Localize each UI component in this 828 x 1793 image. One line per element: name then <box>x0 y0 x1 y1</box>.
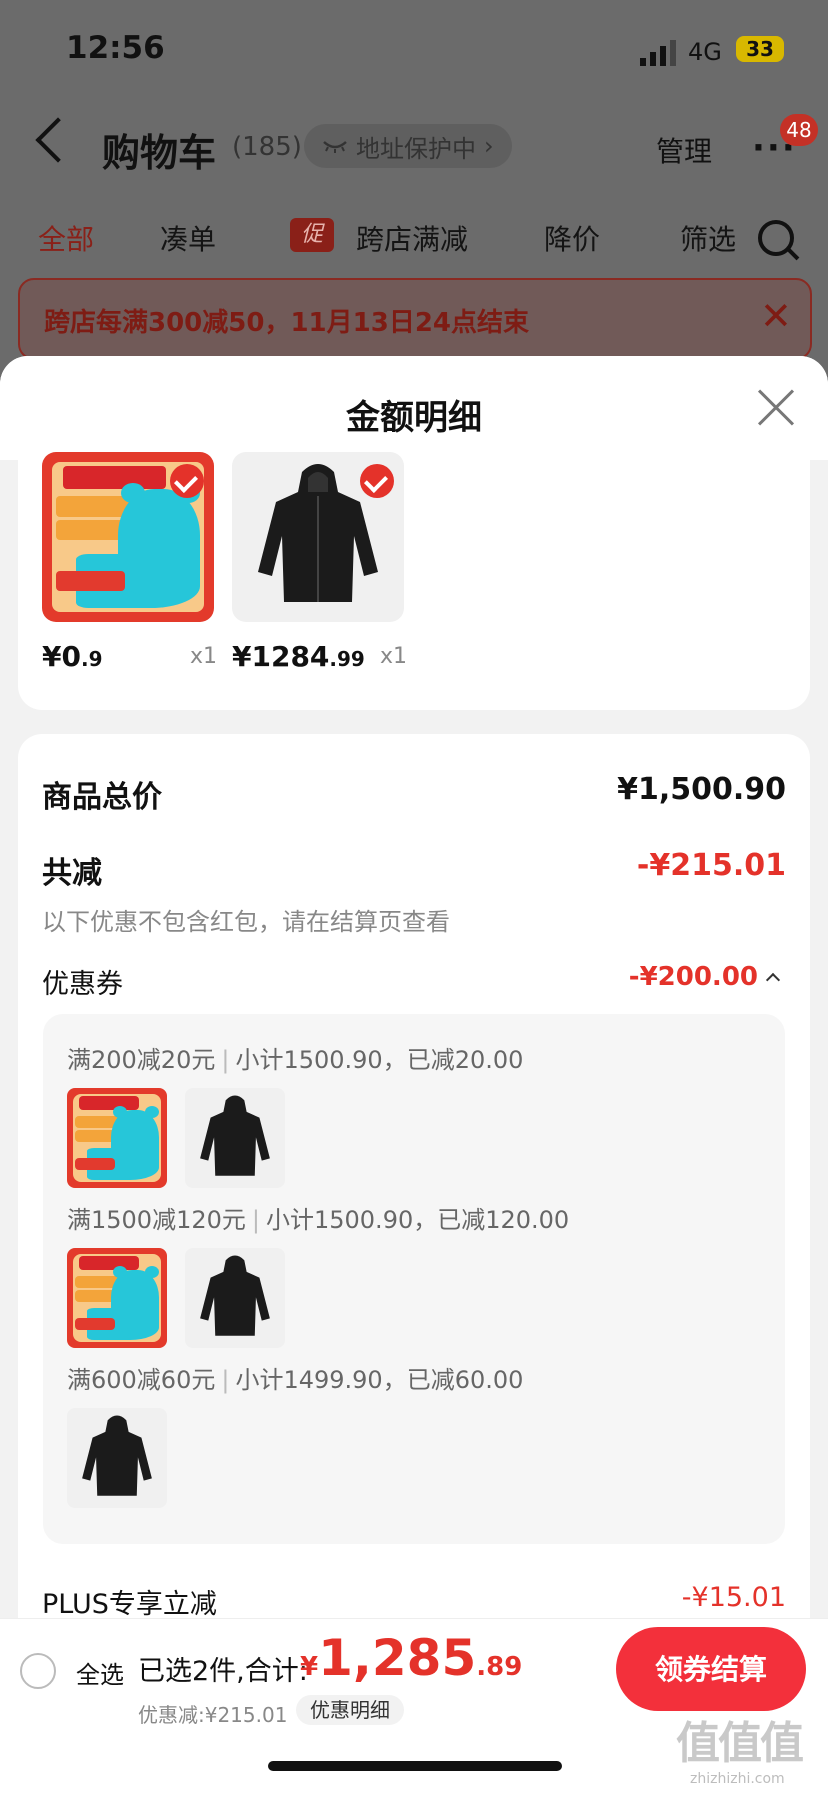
sheet-title: 金额明细 <box>346 398 482 438</box>
promo-banner-text: 跨店每满300减50，11月13日24点结束 <box>44 308 529 338</box>
battery-level: 33 <box>746 37 774 61</box>
coupon-rule-line: 满600减60元 | 小计1499.90，已减60.00 <box>67 1366 524 1394</box>
search-icon-handle <box>786 247 800 261</box>
watermark: 值值值 <box>676 1718 804 1769</box>
filter-tabs: 全部 凑单 促 跨店满减 降价 筛选 <box>0 208 828 268</box>
reduce-value: -¥215.01 <box>636 848 786 883</box>
coupon-toggle[interactable]: -¥200.00 <box>628 962 781 992</box>
tab-bundle[interactable]: 凑单 <box>160 218 216 258</box>
plus-value: -¥15.01 <box>681 1582 786 1613</box>
goods-total-label: 商品总价 <box>42 780 162 815</box>
coupon-label: 优惠券 <box>42 969 123 1000</box>
network-type: 4G <box>688 38 722 66</box>
address-protect-pill[interactable]: 地址保护中 › <box>304 124 512 168</box>
clock: 12:56 <box>66 30 165 66</box>
plus-label: PLUS专享立减 <box>42 1589 217 1620</box>
checkout-button[interactable]: 领券结算 <box>616 1627 806 1711</box>
selected-count: 已选2件,合计: <box>138 1656 308 1687</box>
mini-product-bear-pad <box>67 1248 167 1348</box>
cart-count: (185) <box>232 132 302 162</box>
mini-product-bear-pad <box>67 1088 167 1188</box>
jacket-icon <box>200 1095 270 1176</box>
tab-price-drop[interactable]: 降价 <box>544 218 600 258</box>
item-price: ¥0.9 <box>42 640 103 673</box>
item-price: ¥1284.99 <box>232 640 365 673</box>
chevron-up-icon <box>765 972 781 987</box>
tab-cross-store[interactable]: 跨店满减 <box>356 218 468 258</box>
discount-amount: 优惠减:¥215.01 <box>138 1703 288 1727</box>
back-icon[interactable] <box>35 117 81 163</box>
battery-icon: 33 <box>736 36 784 62</box>
checkout-bar: 全选 已选2件,合计: ¥1,285.89 优惠减:¥215.01 优惠明细 领… <box>0 1618 828 1793</box>
mini-product-jacket <box>67 1408 167 1508</box>
close-icon[interactable] <box>754 386 798 430</box>
watermark-url: zhizhizhi.com <box>690 1771 785 1787</box>
sheet-header: 金额明细 <box>0 356 828 460</box>
reduce-label: 共减 <box>42 856 102 891</box>
discount-detail-button[interactable]: 优惠明细 <box>296 1695 404 1725</box>
jacket-icon <box>200 1255 270 1336</box>
chevron-right-icon: › <box>484 132 494 160</box>
select-all-radio[interactable] <box>20 1653 56 1689</box>
checked-icon[interactable] <box>360 464 394 498</box>
checked-icon[interactable] <box>170 464 204 498</box>
item-qty: x1 <box>190 644 218 669</box>
page-title: 购物车 <box>102 131 217 175</box>
mini-product-jacket <box>185 1248 285 1348</box>
jacket-icon <box>82 1415 152 1496</box>
tab-all[interactable]: 全部 <box>38 218 94 258</box>
coupon-detail-box: 满200减20元 | 小计1500.90，已减20.00 满1500减120元 | 小计… <box>43 1014 785 1544</box>
manage-button[interactable]: 管理 <box>656 130 712 170</box>
address-protect-label: 地址保护中 <box>356 134 476 163</box>
coupon-value: -¥200.00 <box>628 962 758 992</box>
tab-filter[interactable]: 筛选 <box>680 218 736 258</box>
total-price: ¥1,285.89 <box>300 1629 523 1687</box>
select-all-label[interactable]: 全选 <box>76 1655 124 1690</box>
signal-icon <box>640 40 676 66</box>
promo-chip: 促 <box>290 218 334 252</box>
amount-detail-sheet: 金额明细 ¥0.9 x1 ¥1284.99 x1 商品总价 ¥1,500.90 … <box>0 356 828 1792</box>
item-qty: x1 <box>380 644 408 669</box>
reduce-hint: 以下优惠不包含红包，请在结算页查看 <box>42 908 450 936</box>
message-badge: 48 <box>780 114 818 146</box>
coupon-rule-line: 满200减20元 | 小计1500.90，已减20.00 <box>67 1046 524 1074</box>
selected-items-card: ¥0.9 x1 ¥1284.99 x1 <box>18 452 810 710</box>
eye-closed-icon <box>323 141 347 153</box>
promo-banner: 跨店每满300减50，11月13日24点结束 ✕ <box>18 278 812 360</box>
coupon-rule-line: 满1500减120元 | 小计1500.90，已减120.00 <box>67 1206 570 1234</box>
goods-total-value: ¥1,500.90 <box>617 772 786 807</box>
close-icon[interactable]: ✕ <box>760 294 792 338</box>
home-indicator[interactable] <box>268 1761 562 1771</box>
status-bar: 12:56 4G 33 <box>0 0 828 100</box>
nav-bar: 购物车 (185) 地址保护中 › 管理 ··· 48 <box>0 110 828 190</box>
mini-product-jacket <box>185 1088 285 1188</box>
